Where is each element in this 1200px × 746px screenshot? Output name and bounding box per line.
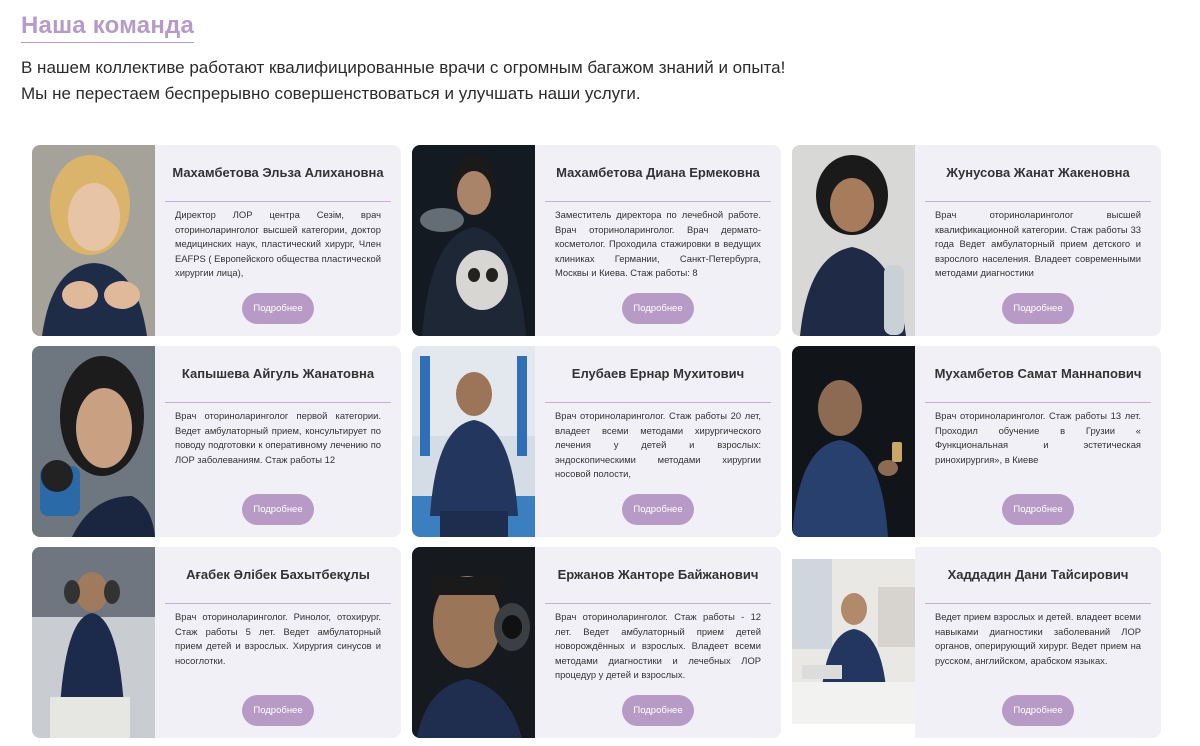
intro-line-1: В нашем коллективе работают квалифициров… <box>21 58 786 77</box>
more-button[interactable]: Подробнее <box>242 494 314 525</box>
doctor-description: Директор ЛОР центра Сезім, врач оторинол… <box>175 209 381 278</box>
doctor-info: Хаддадин Дани Тайсирович Ведет прием взр… <box>915 547 1161 738</box>
doctor-card: Ержанов Жанторе Байжанович Врач оторинол… <box>412 547 781 738</box>
doctor-name: Ержанов Жанторе Байжанович <box>545 567 771 604</box>
doctor-card: Ағабек Әлібек Бахытбекұлы Врач оторинола… <box>32 547 401 738</box>
doctor-photo <box>32 346 155 537</box>
doctor-card: Жунусова Жанат Жакеновна Врач оторинолар… <box>792 145 1161 336</box>
doctor-info: Капышева Айгуль Жанатовна Врач оторинола… <box>155 346 401 537</box>
doctor-photo <box>32 145 155 336</box>
section-title: Наша команда <box>21 12 195 43</box>
doctor-card: Махамбетова Эльза Алихановна Директор ЛО… <box>32 145 401 336</box>
more-button[interactable]: Подробнее <box>242 695 314 726</box>
more-button[interactable]: Подробнее <box>1002 293 1074 324</box>
doctor-info: Махамбетова Диана Ермековна Заместитель … <box>535 145 781 336</box>
more-button[interactable]: Подробнее <box>622 695 694 726</box>
doctor-name: Капышева Айгуль Жанатовна <box>165 366 391 403</box>
doctor-card: Капышева Айгуль Жанатовна Врач оторинола… <box>32 346 401 537</box>
intro-line-2: Мы не перестаем беспрерывно совершенство… <box>21 84 641 103</box>
doctor-description: Врач оториноларинголог. Стаж работы 20 л… <box>555 410 761 479</box>
doctor-card: Хаддадин Дани Тайсирович Ведет прием взр… <box>792 547 1161 738</box>
more-button[interactable]: Подробнее <box>242 293 314 324</box>
doctor-photo <box>412 145 535 336</box>
doctor-description: Врач оториноларинголог. Стаж работы - 12… <box>555 611 761 680</box>
doctor-info: Ағабек Әлібек Бахытбекұлы Врач оторинола… <box>155 547 401 738</box>
doctor-description: Врач оториноларинголог высшей квалификац… <box>935 209 1141 278</box>
doctor-name: Елубаев Ернар Мухитович <box>545 366 771 403</box>
doctor-photo <box>792 145 915 336</box>
doctor-info: Жунусова Жанат Жакеновна Врач оторинолар… <box>915 145 1161 336</box>
doctor-name: Махамбетова Диана Ермековна <box>545 165 771 202</box>
more-button[interactable]: Подробнее <box>1002 494 1074 525</box>
doctor-card: Елубаев Ернар Мухитович Врач оторинолари… <box>412 346 781 537</box>
doctor-info: Ержанов Жанторе Байжанович Врач оторинол… <box>535 547 781 738</box>
doctor-photo <box>32 547 155 738</box>
doctor-photo <box>792 346 915 537</box>
doctor-card: Мухамбетов Самат Маннапович Врач оторино… <box>792 346 1161 537</box>
more-button[interactable]: Подробнее <box>622 494 694 525</box>
doctor-photo <box>412 547 535 738</box>
doctor-name: Ағабек Әлібек Бахытбекұлы <box>165 567 391 604</box>
doctor-description: Врач оториноларинголог. Стаж работы 13 л… <box>935 410 1141 465</box>
doctor-description: Заместитель директора по лечебной работе… <box>555 209 761 278</box>
doctor-name: Хаддадин Дани Тайсирович <box>925 567 1151 604</box>
doctor-card: Махамбетова Диана Ермековна Заместитель … <box>412 145 781 336</box>
team-grid: Махамбетова Эльза Алихановна Директор ЛО… <box>32 145 1161 738</box>
intro-text: В нашем коллективе работают квалифициров… <box>21 55 1021 107</box>
doctor-name: Жунусова Жанат Жакеновна <box>925 165 1151 202</box>
more-button[interactable]: Подробнее <box>622 293 694 324</box>
doctor-info: Мухамбетов Самат Маннапович Врач оторино… <box>915 346 1161 537</box>
doctor-description: Ведет прием взрослых и детей. владеет вс… <box>935 611 1141 666</box>
doctor-photo <box>792 547 915 738</box>
doctor-info: Махамбетова Эльза Алихановна Директор ЛО… <box>155 145 401 336</box>
doctor-name: Мухамбетов Самат Маннапович <box>925 366 1151 403</box>
doctor-description: Врач оториноларинголог. Ринолог, отохиру… <box>175 611 381 666</box>
doctor-description: Врач оториноларинголог первой категории.… <box>175 410 381 465</box>
doctor-name: Махамбетова Эльза Алихановна <box>165 165 391 202</box>
more-button[interactable]: Подробнее <box>1002 695 1074 726</box>
doctor-info: Елубаев Ернар Мухитович Врач оторинолари… <box>535 346 781 537</box>
doctor-photo <box>412 346 535 537</box>
